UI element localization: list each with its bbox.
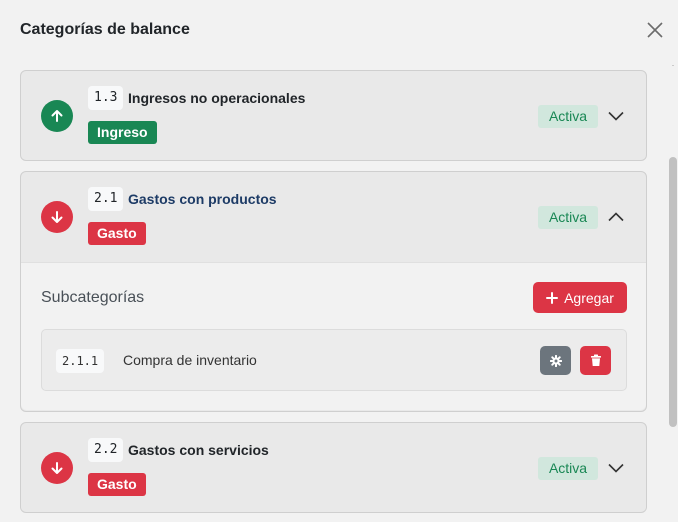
- delete-button[interactable]: [580, 346, 611, 375]
- subcategory-code: 2.1.1: [56, 349, 105, 373]
- category-name: Gastos con productos: [128, 191, 277, 207]
- scrollbar[interactable]: [667, 62, 678, 522]
- category-list: 1.3 Ingresos no operacionales Ingreso Ac…: [0, 62, 678, 522]
- type-badge: Gasto: [88, 473, 146, 496]
- add-subcategory-button[interactable]: Agregar: [533, 282, 627, 313]
- category-card: 1.3 Ingresos no operacionales Ingreso Ac…: [20, 70, 647, 161]
- subcategories-title: Subcategorías: [41, 289, 145, 306]
- chevron-up-icon: [608, 212, 624, 222]
- expand-toggle[interactable]: [606, 458, 626, 478]
- category-code: 2.1: [88, 187, 124, 211]
- chevron-down-icon: [608, 463, 624, 473]
- plus-icon: [546, 291, 559, 304]
- arrow-down-icon: [41, 201, 73, 233]
- category-code: 1.3: [88, 86, 124, 110]
- chevron-down-icon: [608, 111, 624, 121]
- modal-header: Categorías de balance: [0, 0, 678, 62]
- arrow-up-icon: [41, 100, 73, 132]
- settings-button[interactable]: [540, 346, 571, 375]
- status-badge: Activa: [538, 206, 598, 229]
- scroll-thumb[interactable]: [669, 157, 677, 427]
- gear-icon: [549, 354, 562, 367]
- add-button-label: Agregar: [564, 289, 614, 306]
- status-badge: Activa: [538, 457, 598, 480]
- category-card: 2.2 Gastos con servicios Gasto Activa: [20, 422, 647, 513]
- category-code: 2.2: [88, 438, 124, 462]
- category-header[interactable]: 2.2 Gastos con servicios Gasto Activa: [21, 423, 646, 513]
- status-badge: Activa: [538, 105, 598, 128]
- collapse-toggle[interactable]: [606, 207, 626, 227]
- category-name: Gastos con servicios: [128, 442, 269, 458]
- expand-toggle[interactable]: [606, 106, 626, 126]
- category-header[interactable]: 2.1 Gastos con productos Gasto Activa: [21, 172, 646, 262]
- arrow-down-icon: [41, 452, 73, 484]
- subcategory-row: 2.1.1 Compra de inventario: [41, 329, 627, 391]
- category-header[interactable]: 1.3 Ingresos no operacionales Ingreso Ac…: [21, 71, 646, 161]
- modal-title: Categorías de balance: [20, 21, 190, 38]
- type-badge: Ingreso: [88, 121, 157, 144]
- subcategory-name: Compra de inventario: [123, 352, 257, 368]
- trash-icon: [590, 354, 601, 366]
- type-badge: Gasto: [88, 222, 146, 245]
- close-button[interactable]: [645, 20, 665, 40]
- category-card: 2.1 Gastos con productos Gasto Activa Su…: [20, 171, 647, 412]
- subcategories-panel: Subcategorías Agregar 2.1.1 Compra de in…: [21, 262, 646, 410]
- close-icon: [647, 22, 663, 38]
- category-name: Ingresos no operacionales: [128, 90, 306, 106]
